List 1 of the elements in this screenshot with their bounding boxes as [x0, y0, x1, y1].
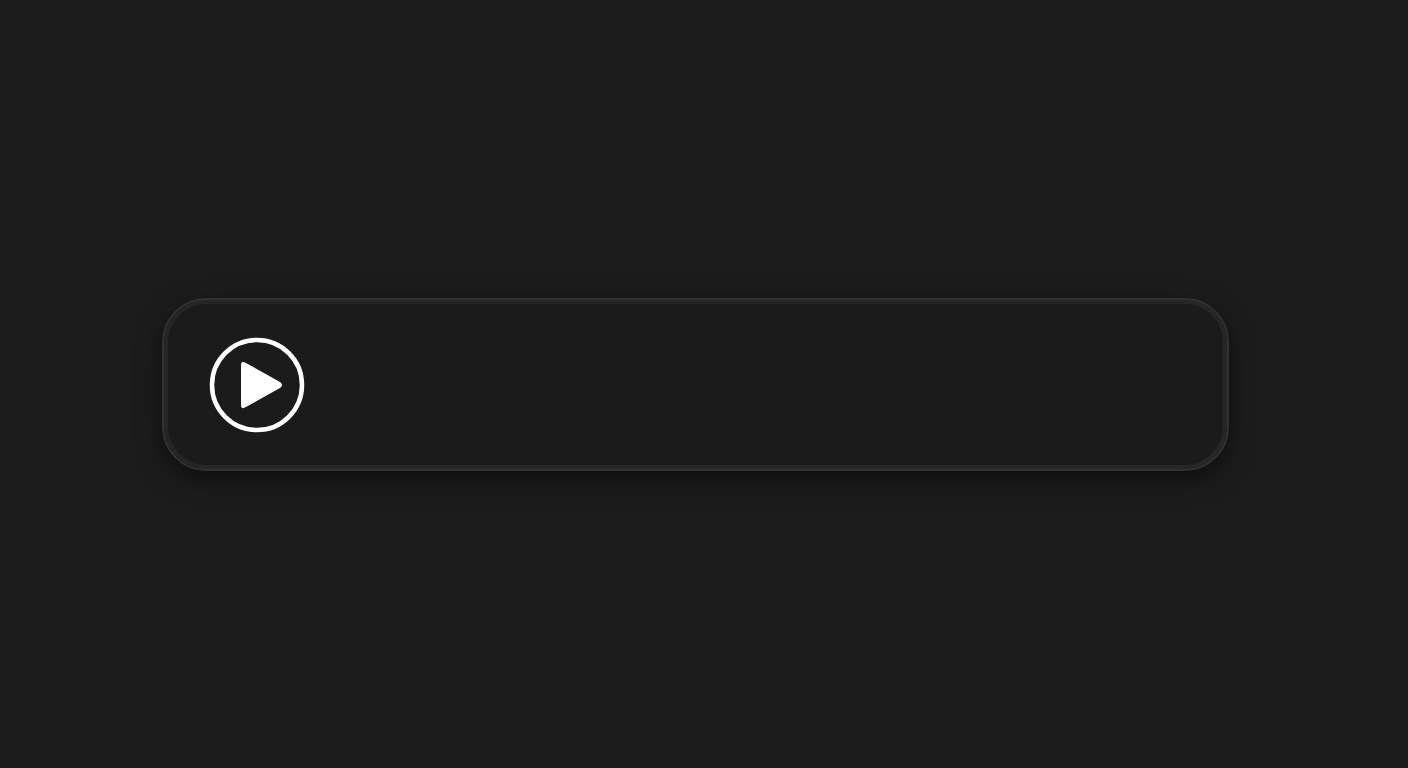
play-button[interactable] — [208, 335, 306, 434]
